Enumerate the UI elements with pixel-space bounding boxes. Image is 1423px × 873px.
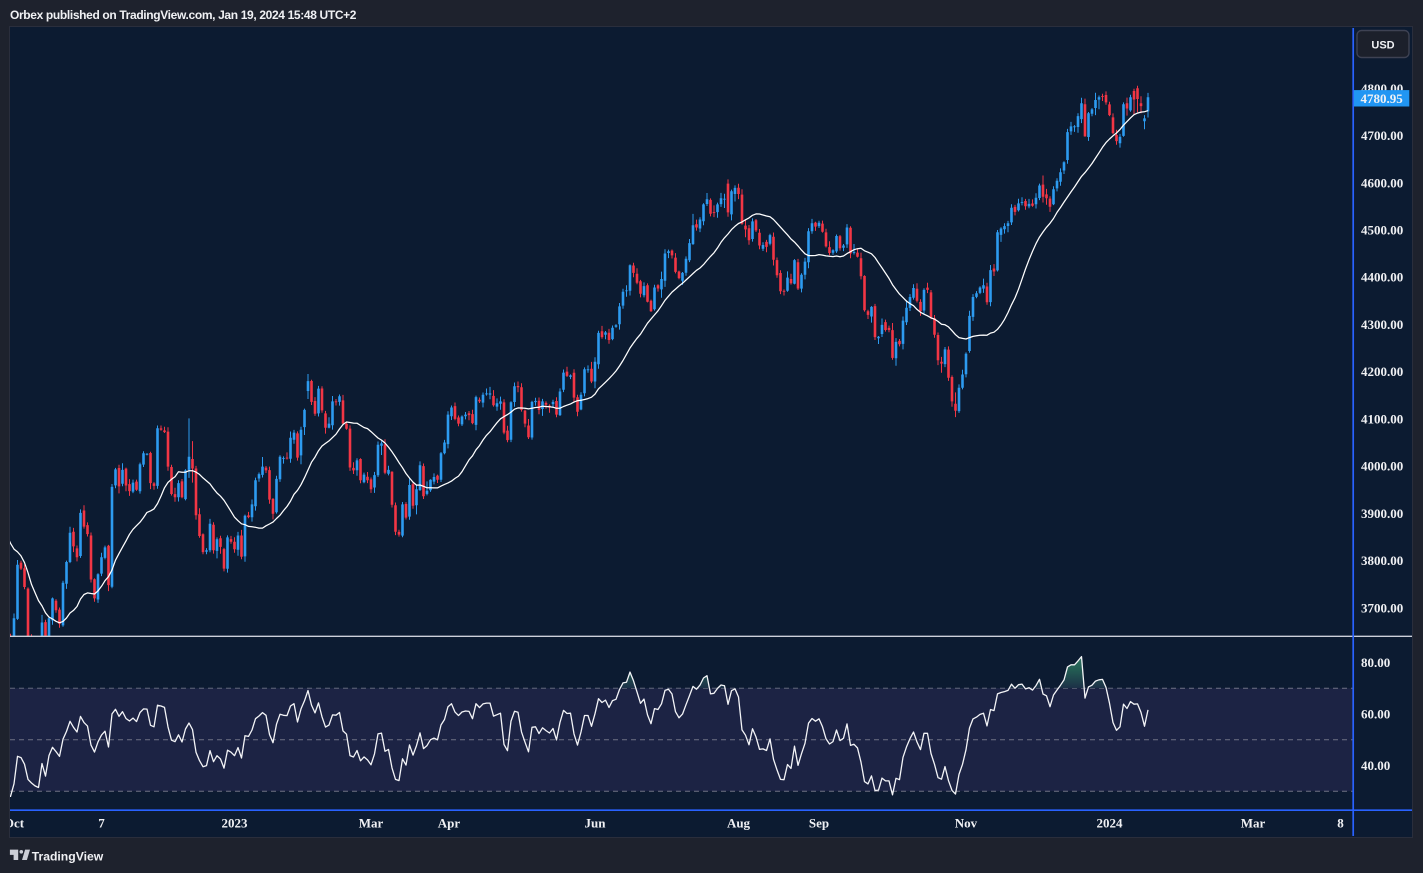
svg-text:USD: USD bbox=[1371, 40, 1394, 52]
svg-text:Jun: Jun bbox=[585, 816, 607, 831]
svg-text:40.00: 40.00 bbox=[1361, 758, 1390, 773]
svg-text:TradingView: TradingView bbox=[32, 850, 104, 864]
svg-text:3800.00: 3800.00 bbox=[1361, 553, 1403, 568]
svg-text:Orbex published on TradingView: Orbex published on TradingView.com, Jan … bbox=[10, 8, 357, 22]
svg-text:4200.00: 4200.00 bbox=[1361, 364, 1403, 379]
svg-text:4300.00: 4300.00 bbox=[1361, 317, 1403, 332]
svg-text:4000.00: 4000.00 bbox=[1361, 459, 1403, 474]
svg-text:4600.00: 4600.00 bbox=[1361, 175, 1403, 190]
svg-text:2024: 2024 bbox=[1097, 816, 1124, 831]
svg-text:Apr: Apr bbox=[438, 816, 461, 831]
svg-text:4100.00: 4100.00 bbox=[1361, 411, 1403, 426]
svg-text:Mar: Mar bbox=[1241, 816, 1266, 831]
svg-text:2023: 2023 bbox=[222, 816, 249, 831]
svg-text:Aug: Aug bbox=[727, 816, 751, 831]
svg-text:Mar: Mar bbox=[359, 816, 384, 831]
svg-text:3700.00: 3700.00 bbox=[1361, 600, 1403, 615]
svg-text:4400.00: 4400.00 bbox=[1361, 270, 1403, 285]
svg-text:Nov: Nov bbox=[955, 816, 978, 831]
svg-text:3900.00: 3900.00 bbox=[1361, 506, 1403, 521]
svg-text:60.00: 60.00 bbox=[1361, 707, 1390, 722]
svg-text:4700.00: 4700.00 bbox=[1361, 128, 1403, 143]
svg-text:Sep: Sep bbox=[809, 816, 829, 831]
svg-text:80.00: 80.00 bbox=[1361, 655, 1390, 670]
svg-text:8: 8 bbox=[1337, 816, 1344, 831]
svg-text:4780.95: 4780.95 bbox=[1361, 91, 1404, 106]
svg-text:7: 7 bbox=[98, 816, 105, 831]
svg-text:4500.00: 4500.00 bbox=[1361, 223, 1403, 238]
